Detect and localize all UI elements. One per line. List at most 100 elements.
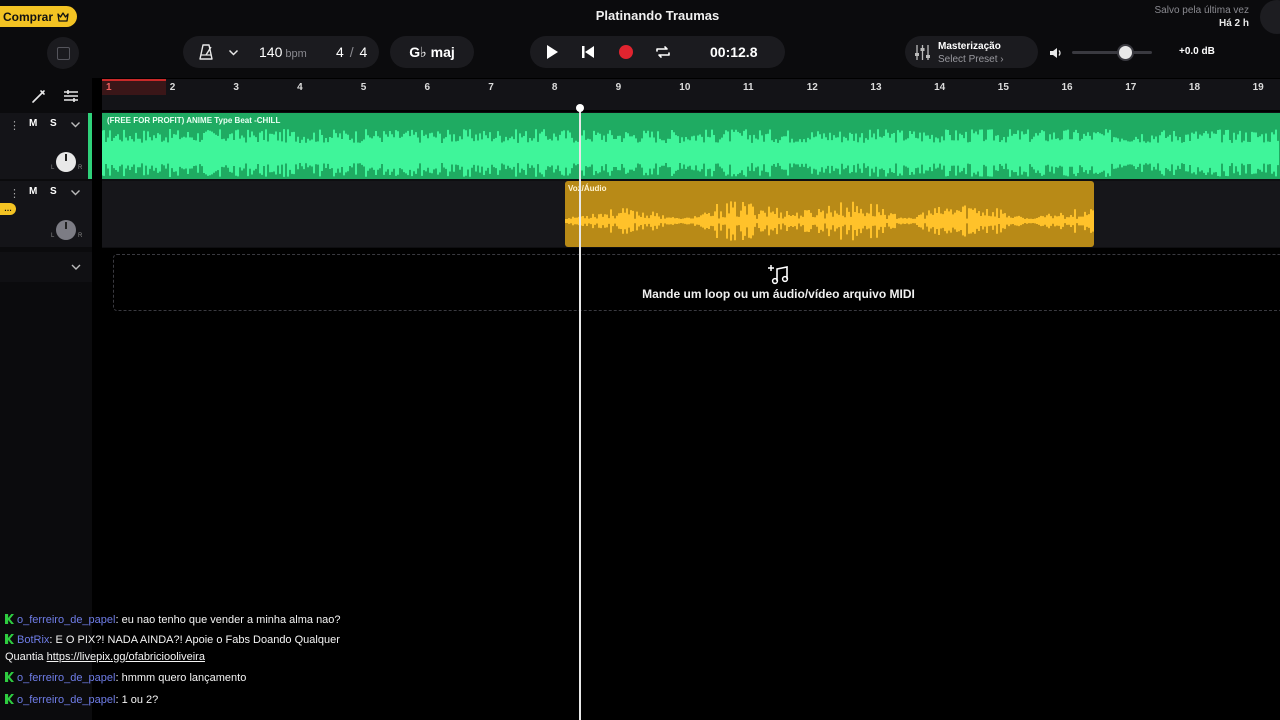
bar-number: 19 (1252, 82, 1264, 93)
bar-number: 18 (1188, 82, 1201, 93)
chat-message-continued: Quantia https://livepix.gg/ofabriciooliv… (5, 649, 205, 665)
track-menu-icon[interactable]: ⋮ (9, 119, 20, 132)
bpm-unit: bpm (285, 48, 307, 60)
playhead-handle[interactable] (576, 104, 584, 112)
chat-text: hmmm quero lançamento (121, 672, 247, 684)
add-track-row[interactable] (0, 252, 92, 282)
record-icon[interactable] (617, 43, 635, 61)
bar-number: 5 (360, 82, 367, 93)
play-icon[interactable] (543, 43, 561, 61)
chevron-down-icon[interactable] (228, 47, 239, 58)
clip-label: (FREE FOR PROFIT) ANIME Type Beat -CHILL (107, 116, 281, 125)
skip-to-start-icon[interactable] (579, 43, 597, 61)
timeline-ruler[interactable] (102, 79, 1280, 110)
bpm-value: 140 (259, 44, 283, 60)
mastering-title: Masterização (938, 41, 1001, 52)
quantize-tool-icon[interactable] (61, 86, 81, 106)
bar-number: 9 (615, 82, 622, 93)
chat-text: 1 ou 2? (121, 694, 159, 706)
key-label: G♭ maj (409, 43, 455, 60)
waveform (102, 129, 1279, 177)
chat-link[interactable]: https://livepix.gg/ofabriciooliveira (47, 651, 205, 663)
clip-label: Voz/Áudio (568, 184, 607, 193)
time-signature-field[interactable]: 4 / 4 (336, 44, 367, 60)
pan-left-label: L (51, 233, 55, 239)
saved-label: Salvo pela última vez (1154, 5, 1250, 16)
time-display: 00:12.8 (710, 44, 758, 60)
chat-text: Quantia (5, 651, 44, 663)
chat-user: o_ferreiro_de_papel (17, 614, 116, 626)
mute-button[interactable]: M (29, 186, 37, 197)
chat-message: BotRix: E O PIX?! NADA AINDA?! Apoie o F… (5, 632, 340, 648)
bar-number: 16 (1061, 82, 1073, 93)
chat-message: o_ferreiro_de_papel: hmmm quero lançamen… (5, 670, 246, 686)
mute-button[interactable]: M (29, 118, 37, 129)
chevron-down-icon[interactable] (70, 119, 81, 130)
music-note-add-icon (768, 265, 789, 285)
bar-number: 10 (679, 82, 691, 93)
time-signature-bottom: 4 (359, 44, 368, 60)
bar-number: 2 (169, 82, 176, 93)
playhead[interactable] (579, 106, 581, 720)
loop-icon[interactable] (654, 43, 672, 61)
pan-right-label: R (78, 165, 83, 171)
pan-right-label: R (78, 233, 83, 239)
drop-zone[interactable] (113, 254, 1280, 311)
kick-badge-icon (5, 614, 14, 624)
key-button[interactable]: G♭ maj (390, 36, 474, 68)
chat-user: o_ferreiro_de_papel (17, 694, 116, 706)
save-status: Salvo pela última vez Há 2 h (1155, 4, 1250, 30)
chat-text: eu nao tenho que vender a minha alma nao… (121, 614, 341, 626)
drop-zone-text: Mande um loop ou um áudio/vídeo arquivo … (642, 287, 915, 301)
bar-number: 6 (424, 82, 431, 93)
audio-clip-beat[interactable]: (FREE FOR PROFIT) ANIME Type Beat -CHILL (102, 113, 1280, 179)
pencil-tool-icon[interactable] (29, 86, 49, 106)
bpm-field[interactable]: 140 bpm (259, 44, 307, 60)
chevron-down-icon[interactable] (70, 187, 81, 198)
bar-number: 15 (997, 82, 1009, 93)
bar-number: 14 (934, 82, 946, 93)
solo-button[interactable]: S (50, 118, 57, 129)
bar-number: 12 (806, 82, 818, 93)
saved-time: Há 2 h (1218, 18, 1249, 29)
track-header-vocal[interactable]: ⋮ M S L R (0, 181, 92, 247)
pan-left-label: L (51, 165, 55, 171)
tempo-controls: 140 bpm 4 / 4 (183, 36, 379, 68)
time-signature-top: 4 (336, 44, 344, 60)
kick-badge-icon (5, 634, 14, 644)
transport-controls: 00:12.8 (530, 36, 785, 68)
pan-knob[interactable] (56, 220, 76, 240)
track-header-beat[interactable]: ⋮ M S L R (0, 113, 92, 179)
chat-user: BotRix (17, 634, 50, 646)
bar-number: 17 (1125, 82, 1137, 93)
kick-badge-icon (5, 672, 14, 682)
chevron-down-icon[interactable] (70, 261, 82, 273)
volume-slider-thumb[interactable] (1117, 44, 1134, 61)
pan-knob[interactable] (56, 152, 76, 172)
chat-text: E O PIX?! NADA AINDA?! Apoie o Fabs Doan… (55, 634, 340, 646)
project-title[interactable]: Platinando Traumas (0, 8, 1280, 23)
volume-db-value: +0.0 dB (1179, 46, 1215, 57)
record-arm-tag[interactable]: … (0, 203, 16, 215)
mixer-icon (915, 45, 930, 60)
panel-toggle-button[interactable] (47, 37, 79, 69)
chat-user: o_ferreiro_de_papel (17, 672, 116, 684)
audio-clip-vocal[interactable]: Voz/Áudio (565, 181, 1094, 247)
solo-button[interactable]: S (50, 186, 57, 197)
bar-number: 3 (233, 82, 239, 93)
volume-slider[interactable] (1072, 51, 1152, 54)
mastering-button[interactable]: Masterização Select Preset › (905, 36, 1038, 68)
bar-number: 7 (488, 82, 494, 93)
chat-message: o_ferreiro_de_papel: 1 ou 2? (5, 692, 158, 708)
bar-number: 4 (297, 82, 303, 93)
bar-number: 11 (743, 82, 754, 93)
mastering-preset: Select Preset › (938, 54, 1004, 65)
bar-number: 8 (551, 82, 558, 93)
speaker-icon[interactable] (1048, 45, 1064, 61)
metronome-icon[interactable] (198, 44, 214, 60)
waveform (565, 201, 1094, 241)
track-menu-icon[interactable]: ⋮ (9, 187, 20, 200)
bar-number: 13 (870, 82, 882, 93)
panel-icon (56, 46, 70, 60)
chat-message: o_ferreiro_de_papel: eu nao tenho que ve… (5, 612, 341, 628)
